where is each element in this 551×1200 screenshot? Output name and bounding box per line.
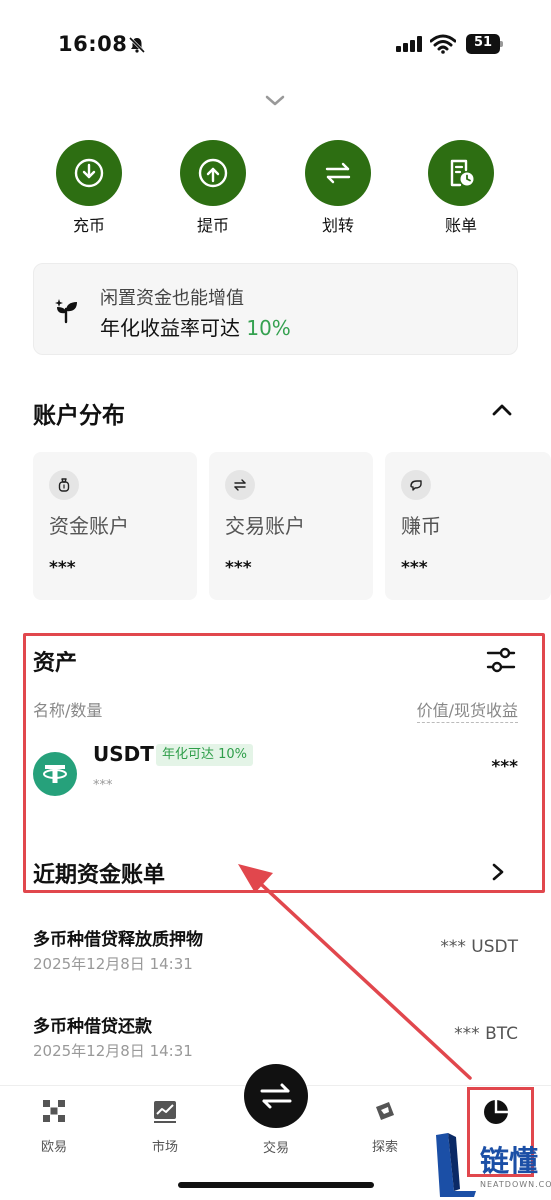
bill-icon — [428, 140, 494, 206]
nav-trade-button[interactable] — [244, 1064, 308, 1128]
column-value-pnl[interactable]: 价值/现货收益 — [416, 697, 518, 723]
home-indicator — [178, 1182, 374, 1188]
chevron-up-icon[interactable] — [490, 400, 514, 420]
deposit-button[interactable]: 充币 — [44, 140, 134, 240]
battery-icon: 51 — [466, 34, 504, 54]
nav-okx[interactable]: 欧易 — [14, 1098, 94, 1155]
nav-okx-label: 欧易 — [40, 1140, 67, 1155]
earn-account-card[interactable]: 赚币 *** — [385, 452, 551, 600]
trading-account-value: *** — [225, 558, 252, 578]
chevron-right-icon[interactable] — [490, 862, 506, 882]
bill-button[interactable]: 账单 — [416, 140, 506, 240]
signal-icon — [396, 36, 422, 52]
recent-bills-title[interactable]: 近期资金账单 — [33, 857, 165, 889]
watermark-subtext: NEATDOWN.COM — [480, 1180, 551, 1189]
nav-explore-label: 探索 — [371, 1140, 398, 1155]
withdraw-button[interactable]: 提币 — [168, 140, 258, 240]
apy-badge[interactable]: 年化可达 10% — [156, 744, 254, 766]
wifi-icon — [430, 34, 456, 54]
okx-logo-icon — [43, 1100, 65, 1122]
deposit-label: 充币 — [72, 216, 105, 235]
filter-settings-icon[interactable] — [486, 646, 516, 674]
funding-account-name: 资金账户 — [49, 514, 129, 538]
mute-bell-icon — [128, 36, 146, 54]
nav-explore[interactable]: 探索 — [345, 1098, 425, 1155]
watermark-text: 链懂 — [480, 1144, 539, 1178]
transfer-button[interactable]: 划转 — [293, 140, 383, 240]
distribution-title: 账户分布 — [33, 403, 125, 429]
funding-account-card[interactable]: 资金账户 *** — [33, 452, 197, 600]
nav-market[interactable]: 市场 — [125, 1098, 205, 1155]
deposit-icon — [56, 140, 122, 206]
battery-level: 51 — [473, 35, 493, 50]
assets-title: 资产 — [33, 651, 78, 676]
compass-icon — [376, 1102, 394, 1120]
earn-banner[interactable]: 闲置资金也能增值 年化收益率可达 10% — [33, 263, 518, 355]
nav-market-label: 市场 — [151, 1140, 178, 1155]
withdraw-label: 提币 — [196, 216, 229, 235]
earn-account-value: *** — [401, 558, 428, 578]
asset-symbol: USDT — [93, 742, 154, 766]
asset-value: *** — [491, 757, 518, 777]
money-bag-icon — [49, 470, 79, 500]
market-chart-icon — [154, 1101, 176, 1123]
trade-swap-icon — [260, 1083, 292, 1109]
transfer-icon — [305, 140, 371, 206]
bill-title: 多币种借贷释放质押物 — [33, 930, 203, 950]
chevron-down-icon[interactable] — [262, 92, 288, 110]
bill-amount: *** BTC — [454, 1024, 518, 1044]
usdt-logo-icon — [33, 752, 77, 796]
trading-account-card[interactable]: 交易账户 *** — [209, 452, 373, 600]
earn-account-name: 赚币 — [401, 514, 441, 538]
withdraw-icon — [180, 140, 246, 206]
banner-line2-text: 年化收益率可达 — [100, 316, 240, 340]
transfer-small-icon — [225, 470, 255, 500]
banner-line1: 闲置资金也能增值 — [100, 288, 244, 309]
bill-date: 2025年12月8日 14:31 — [33, 1042, 193, 1060]
transfer-label: 划转 — [321, 216, 354, 235]
assets-pie-icon[interactable] — [482, 1098, 510, 1126]
bill-label: 账单 — [444, 216, 477, 235]
bill-title: 多币种借贷还款 — [33, 1017, 152, 1037]
funding-account-value: *** — [49, 558, 76, 578]
banner-line2: 年化收益率可达 10% — [100, 312, 291, 341]
column-name-quantity: 名称/数量 — [33, 701, 103, 720]
banner-percent: 10% — [246, 316, 291, 340]
sprout-icon — [55, 299, 77, 324]
bill-date: 2025年12月8日 14:31 — [33, 955, 193, 973]
status-time: 16:08 — [58, 32, 128, 56]
trading-account-name: 交易账户 — [225, 514, 305, 538]
nav-trade-label: 交易 — [262, 1141, 289, 1156]
asset-amount: *** — [93, 778, 113, 793]
earn-icon — [401, 470, 431, 500]
bill-amount: *** USDT — [440, 937, 518, 957]
